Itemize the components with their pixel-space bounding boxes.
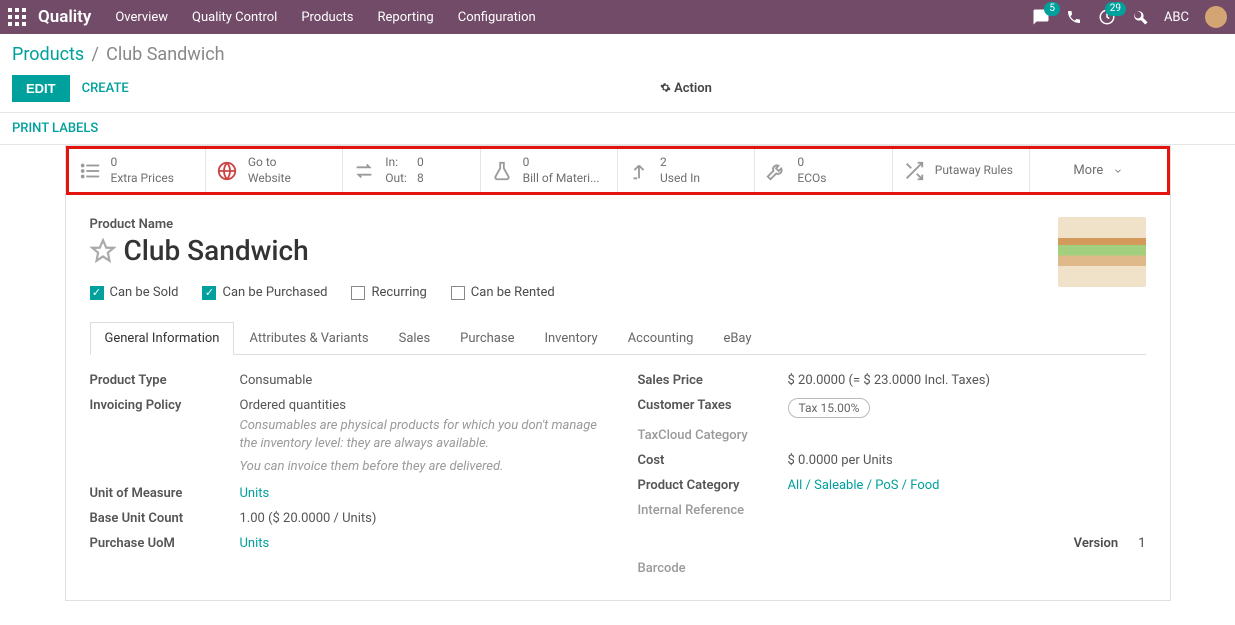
breadcrumb-root[interactable]: Products: [12, 44, 84, 65]
nav-products[interactable]: Products: [301, 10, 353, 25]
checkbox-icon: [351, 286, 365, 300]
tab-ebay[interactable]: eBay: [708, 322, 766, 355]
tab-accounting[interactable]: Accounting: [613, 322, 709, 355]
stat-used-in[interactable]: 2Used In: [618, 149, 755, 192]
star-icon[interactable]: [90, 238, 116, 264]
checkbox-row: Can be Sold Can be Purchased Recurring C…: [90, 285, 1146, 300]
stat-extra-prices[interactable]: 0Extra Prices: [69, 149, 206, 192]
help-text: You can invoice them before they are del…: [240, 458, 598, 476]
phone-icon[interactable]: [1066, 9, 1082, 25]
tab-sales[interactable]: Sales: [384, 322, 446, 355]
checkbox-icon: [202, 286, 216, 300]
stat-go-to-website[interactable]: Go toWebsite: [206, 149, 343, 192]
field-internal-ref: Internal Reference: [638, 503, 1146, 518]
chat-icon[interactable]: 5: [1032, 8, 1050, 26]
edit-button[interactable]: EDIT: [12, 75, 70, 102]
product-name-label: Product Name: [90, 217, 1146, 232]
clock-badge: 29: [1105, 2, 1126, 16]
checkbox-icon: [90, 286, 104, 300]
avatar[interactable]: [1205, 6, 1227, 28]
nav-quality-control[interactable]: Quality Control: [192, 10, 277, 25]
stat-in-out[interactable]: In:0 Out:8: [343, 149, 480, 192]
transfer-icon: [353, 160, 375, 182]
tab-inventory[interactable]: Inventory: [529, 322, 612, 355]
brand[interactable]: Quality: [38, 7, 91, 27]
nav-overview[interactable]: Overview: [115, 10, 168, 25]
create-button[interactable]: CREATE: [82, 81, 129, 96]
action-menu[interactable]: Action: [660, 81, 712, 96]
tools-icon[interactable]: [1132, 9, 1148, 25]
field-base-unit-count: Base Unit Count1.00 ($ 20.0000 / Units): [90, 511, 598, 526]
field-cost: Cost$ 0.0000 per Units: [638, 453, 1146, 468]
list-icon: [79, 160, 101, 182]
clock-icon[interactable]: 29: [1098, 8, 1116, 26]
tabs: General Information Attributes & Variant…: [90, 322, 1146, 355]
check-can-be-sold[interactable]: Can be Sold: [90, 285, 179, 300]
chevron-down-icon: [1113, 166, 1123, 176]
print-labels[interactable]: PRINT LABELS: [12, 121, 98, 136]
arrow-up-icon: [628, 160, 650, 182]
product-image[interactable]: [1058, 217, 1146, 287]
field-taxcloud: TaxCloud Category: [638, 428, 1146, 443]
check-can-be-rented[interactable]: Can be Rented: [451, 285, 555, 300]
chat-badge: 5: [1044, 2, 1060, 16]
field-product-type: Product TypeConsumable: [90, 373, 598, 388]
stat-ecos[interactable]: 0ECOs: [755, 149, 892, 192]
globe-icon: [216, 160, 238, 182]
tax-chip[interactable]: Tax 15.00%: [788, 398, 871, 418]
check-can-be-purchased[interactable]: Can be Purchased: [202, 285, 327, 300]
stat-bom[interactable]: 0Bill of Materi...: [481, 149, 618, 192]
form-sheet: 0Extra Prices Go toWebsite In:0 Out:8 0B…: [65, 145, 1171, 601]
field-purchase-uom: Purchase UoMUnits: [90, 536, 598, 551]
stat-buttons: 0Extra Prices Go toWebsite In:0 Out:8 0B…: [66, 146, 1170, 195]
check-recurring[interactable]: Recurring: [351, 285, 426, 300]
tab-general-information[interactable]: General Information: [90, 322, 235, 355]
tab-attributes-variants[interactable]: Attributes & Variants: [234, 322, 383, 355]
field-invoicing-policy: Invoicing Policy Ordered quantities Cons…: [90, 398, 598, 476]
nav-configuration[interactable]: Configuration: [458, 10, 536, 25]
breadcrumb: Products / Club Sandwich: [0, 34, 1235, 69]
topbar: Quality Overview Quality Control Product…: [0, 0, 1235, 34]
field-sales-price: Sales Price$ 20.0000 (= $ 23.0000 Incl. …: [638, 373, 1146, 388]
nav-reporting[interactable]: Reporting: [378, 10, 434, 25]
shuffle-icon: [903, 160, 925, 182]
action-row: EDIT CREATE Action: [0, 69, 1235, 112]
product-title: Club Sandwich: [124, 234, 309, 267]
breadcrumb-current: Club Sandwich: [106, 44, 224, 65]
tab-purchase[interactable]: Purchase: [445, 322, 529, 355]
help-text: Consumables are physical products for wh…: [240, 417, 598, 453]
version-row: Version1: [638, 536, 1146, 551]
stat-putaway[interactable]: Putaway Rules: [893, 149, 1030, 192]
field-barcode: Barcode: [638, 561, 1146, 576]
checkbox-icon: [451, 286, 465, 300]
field-uom: Unit of MeasureUnits: [90, 486, 598, 501]
apps-icon[interactable]: [8, 8, 26, 26]
field-customer-taxes: Customer TaxesTax 15.00%: [638, 398, 1146, 418]
flask-icon: [491, 160, 513, 182]
wrench-icon: [765, 160, 787, 182]
field-category: Product CategoryAll / Saleable / PoS / F…: [638, 478, 1146, 493]
stat-more[interactable]: More: [1030, 149, 1166, 192]
user-name[interactable]: ABC: [1164, 10, 1189, 25]
